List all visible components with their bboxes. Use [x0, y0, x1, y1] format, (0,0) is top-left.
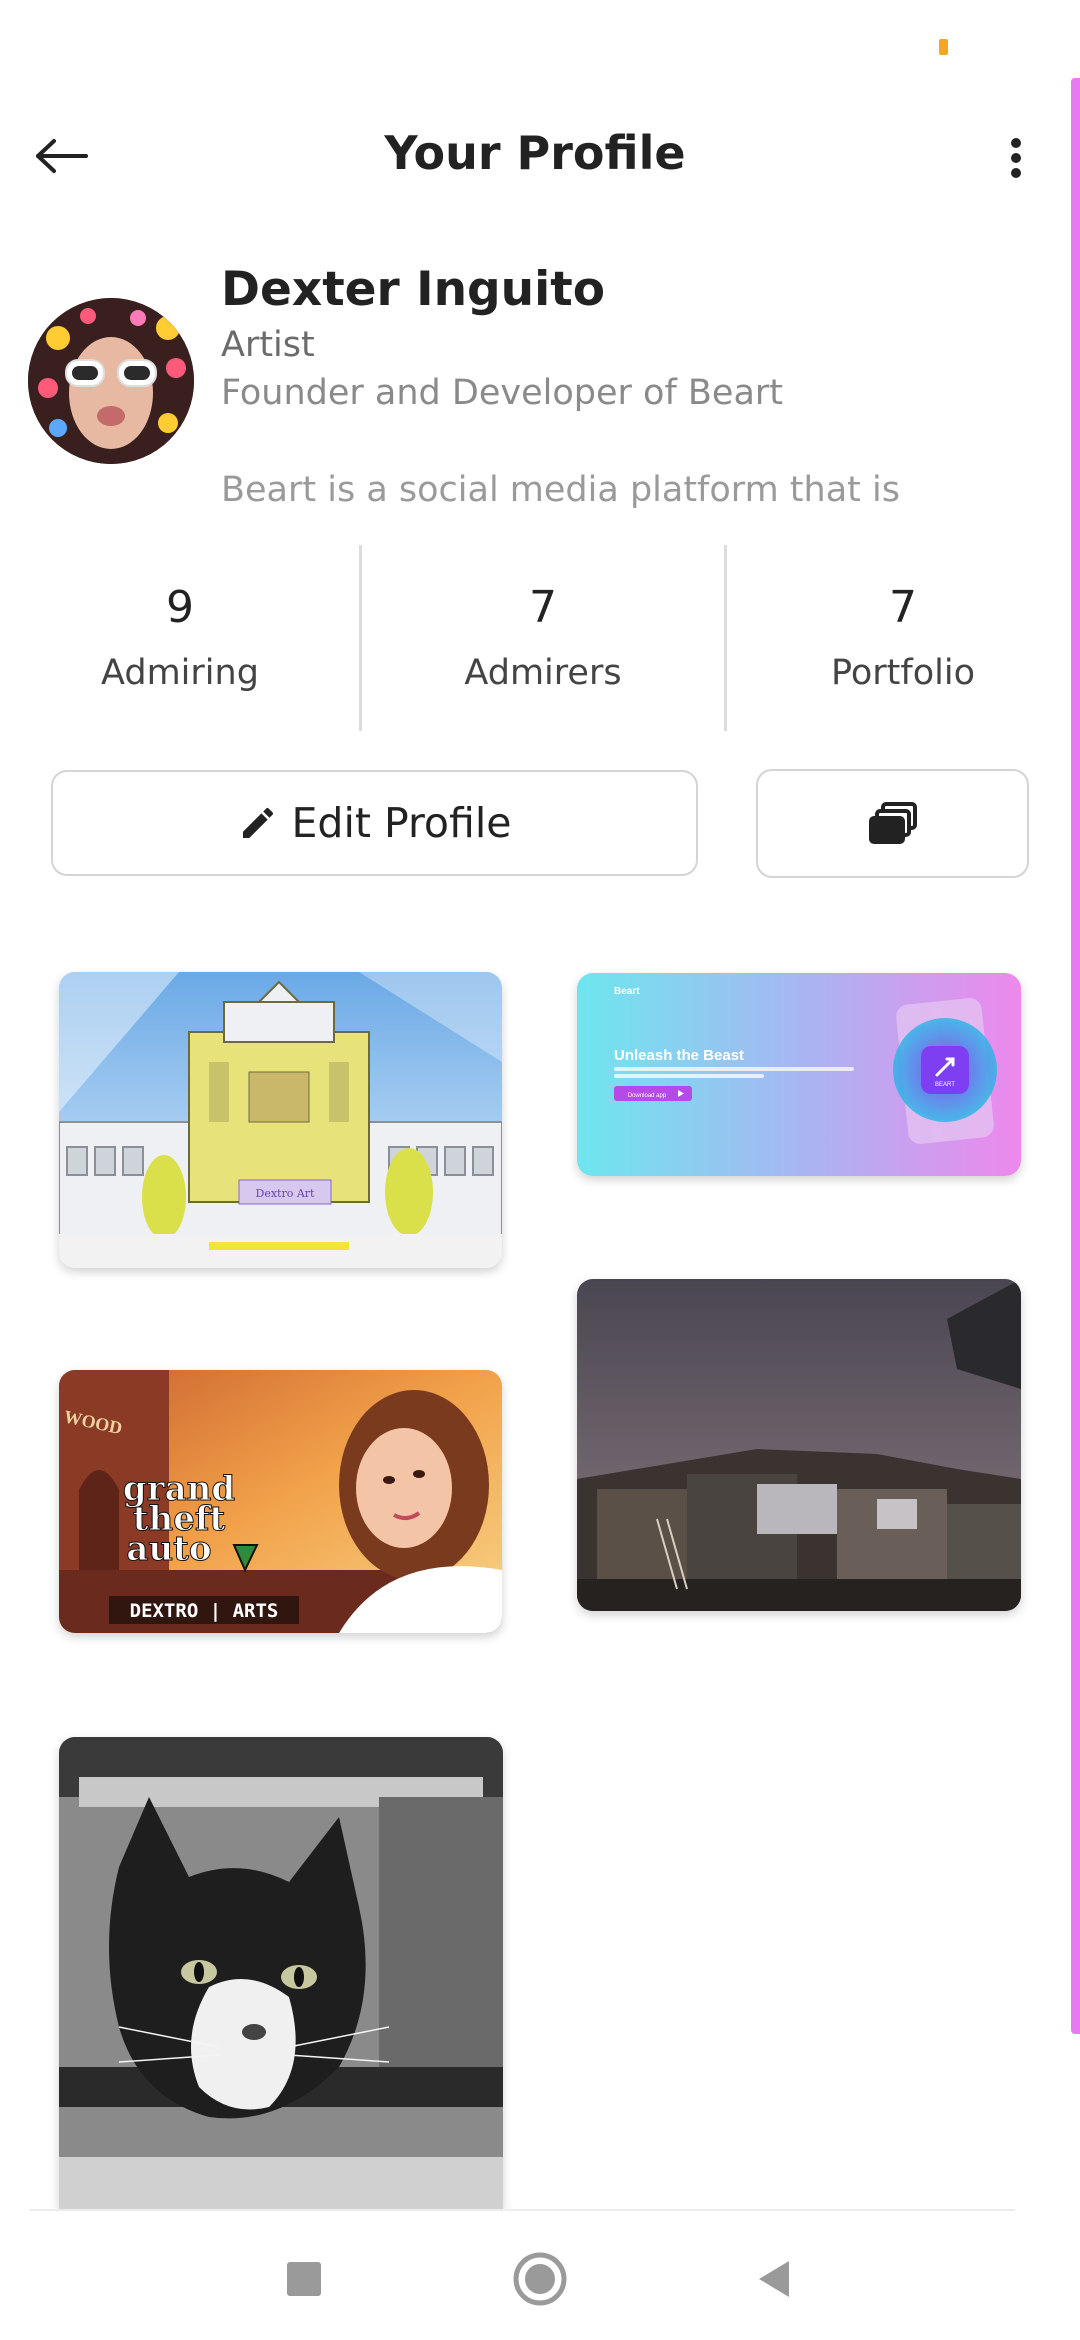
avatar[interactable] — [28, 298, 194, 464]
profile-name: Dexter Inguito — [221, 262, 606, 317]
gta-footer-text: DEXTRO | ARTS — [130, 1600, 279, 1622]
stat-label: Admiring — [101, 653, 259, 693]
stat-admirers[interactable]: 7 Admirers — [362, 545, 724, 731]
more-menu-button[interactable] — [996, 128, 1036, 188]
beart-brand-text: Beart — [614, 986, 640, 997]
profile-bio: Beart is a social media platform that is — [221, 470, 900, 510]
profile-role: Artist — [221, 325, 315, 365]
nav-home-button[interactable] — [510, 2249, 570, 2309]
post-card-gta-art[interactable]: WOOD grand theft auto DEXTRO | ARTS — [59, 1370, 502, 1633]
circle-icon — [513, 2252, 567, 2306]
beart-download-label: Download app — [628, 1093, 667, 1099]
square-icon — [287, 2262, 321, 2296]
post-card-building[interactable]: Dextro Art — [59, 972, 502, 1268]
stat-value: 7 — [889, 582, 917, 633]
post-card-cat-photo[interactable] — [59, 1737, 503, 2209]
copy-stack-icon — [868, 801, 917, 844]
copy-profile-button[interactable] — [756, 769, 1029, 878]
building-sign-text: Dextro Art — [256, 1187, 316, 1200]
stat-value: 7 — [529, 582, 557, 633]
beart-headline: Unleash the Beast — [614, 1047, 744, 1064]
profile-stats: 9 Admiring 7 Admirers 7 Portfolio — [0, 545, 1080, 731]
stat-admiring[interactable]: 9 Admiring — [0, 545, 360, 731]
post-card-beart-banner[interactable]: Beart Unleash the Beast Download app BEA… — [577, 973, 1021, 1176]
stat-value: 9 — [166, 582, 194, 633]
status-bar — [0, 0, 1080, 80]
nav-back-button[interactable] — [745, 2249, 805, 2309]
nav-recents-button[interactable] — [274, 2249, 334, 2309]
edit-profile-label: Edit Profile — [291, 799, 512, 847]
stat-label: Admirers — [464, 653, 622, 693]
status-indicator-dot — [939, 39, 948, 55]
post-card-night-houses[interactable] — [577, 1279, 1021, 1611]
edit-profile-button[interactable]: Edit Profile — [51, 770, 698, 876]
pencil-icon — [242, 807, 273, 838]
triangle-back-icon — [759, 2261, 789, 2297]
more-vertical-icon — [1011, 138, 1021, 178]
scroll-indicator[interactable] — [1071, 78, 1080, 2034]
stat-portfolio[interactable]: 7 Portfolio — [727, 545, 1079, 731]
profile-tagline: Founder and Developer of Beart — [221, 373, 783, 413]
page-title: Your Profile — [384, 126, 686, 180]
app-bar: Your Profile — [0, 100, 1070, 212]
gta-logo-line3: auto — [126, 1529, 211, 1569]
stat-label: Portfolio — [831, 653, 975, 693]
beart-logo-text: BEART — [935, 1082, 955, 1088]
system-nav-bar — [0, 2211, 1080, 2340]
